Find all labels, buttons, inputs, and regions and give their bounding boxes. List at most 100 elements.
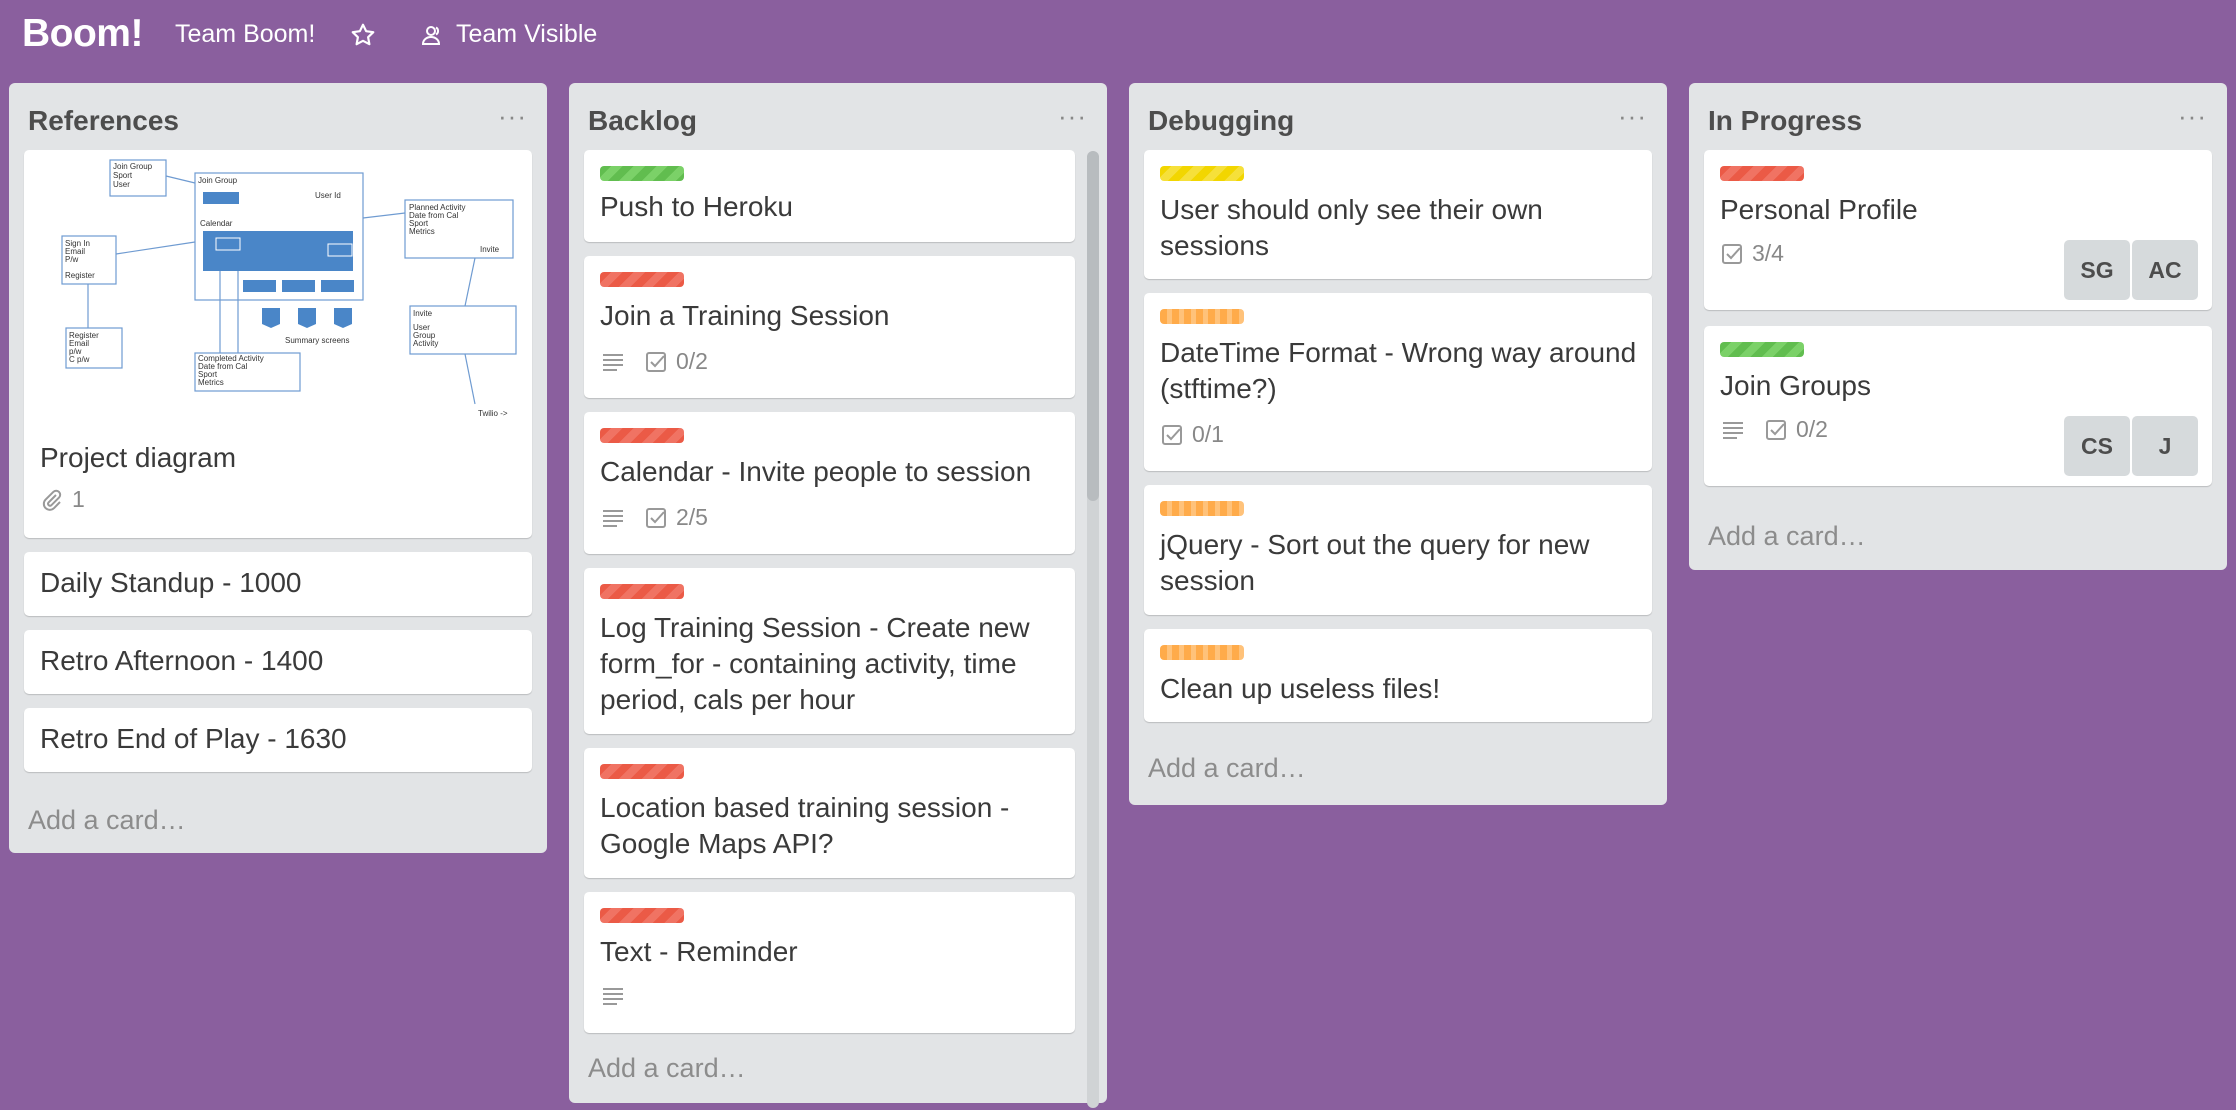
list-title[interactable]: Debugging — [1148, 105, 1294, 137]
list-title[interactable]: In Progress — [1708, 105, 1862, 137]
list-menu-button[interactable]: ··· — [498, 101, 527, 132]
checklist-icon — [646, 507, 666, 528]
member-avatar[interactable]: CS — [2064, 416, 2130, 476]
visibility-button[interactable]: Team Visible — [420, 20, 597, 49]
checklist-badge: 0/2 — [644, 348, 708, 375]
card-title: Daily Standup - 1000 — [40, 567, 302, 598]
description-icon — [1723, 421, 1743, 439]
card-join-training-session[interactable]: Join a Training Session 0/2 — [584, 256, 1075, 398]
card-label-red — [600, 584, 684, 599]
member-avatar[interactable]: J — [2132, 416, 2198, 476]
svg-text:Join Group: Join Group — [198, 176, 238, 185]
card-badges: 1 — [40, 486, 85, 513]
card-label-red — [600, 764, 684, 779]
card-title: Join Groups — [1720, 370, 1871, 401]
card-text-reminder[interactable]: Text - Reminder — [584, 892, 1075, 1033]
card-push-to-heroku[interactable]: Push to Heroku — [584, 150, 1075, 242]
checklist-icon — [1162, 424, 1182, 445]
svg-text:User: User — [113, 180, 130, 189]
team-visibility-icon — [421, 25, 441, 45]
card-daily-standup[interactable]: Daily Standup - 1000 — [24, 552, 532, 616]
card-clean-up-files[interactable]: Clean up useless files! — [1144, 629, 1652, 722]
paperclip-icon — [42, 489, 62, 511]
checklist-count: 2/5 — [676, 504, 708, 530]
visibility-label: Team Visible — [456, 20, 598, 48]
member-avatar[interactable]: AC — [2132, 240, 2198, 300]
description-icon — [603, 353, 623, 371]
card-label-red — [600, 272, 684, 287]
card-retro-end-of-play[interactable]: Retro End of Play - 1630 — [24, 708, 532, 772]
list-title[interactable]: Backlog — [588, 105, 697, 137]
card-location-training[interactable]: Location based training session - Google… — [584, 748, 1075, 878]
card-badges: 3/4 — [1720, 240, 1784, 267]
checklist-badge: 0/2 — [1764, 416, 1828, 443]
card-label-orange — [1160, 309, 1244, 324]
board-header: Boom! Team Boom! Team Visible — [0, 0, 2236, 72]
attachment-badge: 1 — [40, 486, 85, 513]
card-label-green — [1720, 342, 1804, 357]
checklist-icon — [1766, 419, 1786, 440]
team-name: Team Boom! — [175, 20, 316, 48]
svg-text:Activity: Activity — [413, 339, 438, 348]
list-menu-button[interactable]: ··· — [2178, 101, 2207, 132]
list-backlog: Backlog ··· Push to Heroku Join a Traini… — [569, 83, 1107, 1108]
card-title: Log Training Session - Create new form_f… — [600, 612, 1030, 715]
svg-text:Sport: Sport — [113, 171, 133, 180]
board-name[interactable]: Boom! — [22, 12, 143, 56]
card-label-red — [1720, 166, 1804, 181]
card-cover-image: Join GroupSportUser Join Group User Id C… — [61, 159, 517, 418]
list-title[interactable]: References — [28, 105, 179, 137]
add-card-button[interactable]: Add a card… — [28, 805, 186, 836]
team-link[interactable]: Team Boom! — [175, 20, 315, 49]
card-retro-afternoon[interactable]: Retro Afternoon - 1400 — [24, 630, 532, 694]
card-title: Location based training session - Google… — [600, 792, 1010, 859]
svg-text:User Id: User Id — [315, 191, 341, 200]
add-card-button[interactable]: Add a card… — [588, 1053, 746, 1084]
list-scrollbar[interactable] — [1087, 151, 1099, 1108]
card-title: Clean up useless files! — [1160, 673, 1441, 704]
checklist-count: 0/2 — [676, 348, 708, 374]
card-log-training-session[interactable]: Log Training Session - Create new form_f… — [584, 568, 1075, 734]
svg-text:Invite: Invite — [480, 245, 500, 254]
list-debugging: Debugging ··· User should only see their… — [1129, 83, 1667, 805]
add-card-button[interactable]: Add a card… — [1148, 753, 1306, 784]
card-calendar-invite[interactable]: Calendar - Invite people to session 2/5 — [584, 412, 1075, 554]
member-avatar[interactable]: SG — [2064, 240, 2130, 300]
list-menu-button[interactable]: ··· — [1058, 101, 1087, 132]
description-icon — [603, 509, 623, 527]
card-title: Retro End of Play - 1630 — [40, 723, 347, 754]
scroll-thumb[interactable] — [1087, 151, 1099, 501]
card-title: Calendar - Invite people to session — [600, 456, 1032, 487]
svg-text:Register: Register — [65, 271, 95, 280]
card-jquery-sort[interactable]: jQuery - Sort out the query for new sess… — [1144, 485, 1652, 615]
card-join-groups[interactable]: Join Groups 0/2 CS J — [1704, 326, 2212, 486]
list-in-progress: In Progress ··· Personal Profile 3/4 SG … — [1689, 83, 2227, 570]
card-user-sessions[interactable]: User should only see their own sessions — [1144, 150, 1652, 279]
card-datetime-format[interactable]: DateTime Format - Wrong way around (stft… — [1144, 293, 1652, 471]
svg-text:Invite: Invite — [413, 309, 433, 318]
card-badges: 0/1 — [1160, 421, 1224, 448]
card-project-diagram[interactable]: Join Group Sport User Join Group User Id C… — [24, 150, 532, 538]
svg-text:Summary screens: Summary screens — [285, 336, 349, 345]
card-badges — [600, 984, 626, 1008]
star-icon — [351, 23, 375, 46]
svg-text:Twilio ->: Twilio -> — [478, 409, 508, 418]
list-references: References ··· Join Group Sport User Joi… — [9, 83, 547, 853]
svg-text:P/w: P/w — [65, 255, 79, 264]
add-card-button[interactable]: Add a card… — [1708, 521, 1866, 552]
card-badges: 2/5 — [600, 504, 708, 531]
card-badges: 0/2 — [1720, 416, 1828, 443]
checklist-count: 3/4 — [1752, 240, 1784, 266]
svg-text:Calendar: Calendar — [200, 219, 233, 228]
card-label-green — [600, 166, 684, 181]
card-title: Push to Heroku — [600, 191, 793, 222]
card-label-orange — [1160, 645, 1244, 660]
card-personal-profile[interactable]: Personal Profile 3/4 SG AC — [1704, 150, 2212, 310]
card-label-red — [600, 428, 684, 443]
svg-text:Metrics: Metrics — [198, 378, 224, 387]
star-button[interactable] — [350, 22, 376, 48]
svg-text:C p/w: C p/w — [69, 355, 90, 364]
card-label-red — [600, 908, 684, 923]
checklist-badge: 2/5 — [644, 504, 708, 531]
list-menu-button[interactable]: ··· — [1618, 101, 1647, 132]
